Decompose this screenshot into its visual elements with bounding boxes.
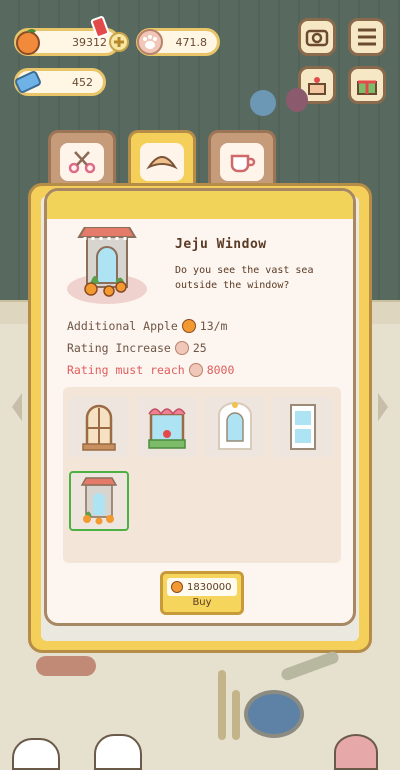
cake-icon — [308, 77, 326, 95]
item-description: Do you see the vast sea outside the wind… — [175, 265, 314, 291]
tab-furniture[interactable] — [128, 130, 196, 190]
apple-icon — [181, 319, 196, 333]
stat-additional-apple: Additional Apple 13/m — [67, 319, 227, 333]
dialog-header — [47, 191, 353, 219]
apple-count: 39312 — [72, 35, 107, 49]
item-title: Jeju Window — [175, 237, 267, 252]
prev-arrow-icon[interactable] — [12, 393, 22, 421]
buy-label: Buy — [192, 597, 212, 608]
frosted-window-item[interactable] — [273, 397, 333, 457]
apple-counter: 39312 — [11, 15, 129, 59]
rug-decoration — [36, 656, 96, 676]
stat-rating-increase: Rating Increase 25 — [67, 341, 207, 355]
gift-icon — [357, 80, 377, 95]
camera-icon — [305, 29, 329, 47]
megaphone-button[interactable] — [334, 734, 378, 770]
jeju-window-item[interactable] — [69, 471, 129, 531]
stat-label: Additional Apple — [67, 319, 178, 333]
arched-window-item[interactable] — [69, 397, 129, 457]
stat-value: 13/m — [199, 319, 228, 333]
stat-value: 25 — [192, 341, 207, 355]
croissant-icon — [146, 156, 178, 170]
apple-icon — [171, 581, 183, 593]
item-detail-dialog: Jeju Window Do you see the vast sea outs… — [44, 188, 356, 626]
paw-icon — [133, 25, 167, 59]
camera-button[interactable] — [298, 18, 336, 56]
blue-balloon-icon — [250, 90, 276, 116]
paw-icon — [188, 363, 203, 377]
ornate-window-item[interactable] — [205, 397, 265, 457]
pond-decoration — [244, 690, 304, 738]
buy-price: 1830000 — [167, 578, 237, 596]
arched-window-icon — [82, 404, 116, 451]
cat-silhouette-icon — [94, 734, 142, 770]
ticket-count: 452 — [72, 75, 93, 89]
jeju-window-icon — [80, 477, 118, 525]
menu-icon — [358, 28, 376, 46]
tab-scissors[interactable] — [48, 130, 116, 190]
stat-value: 8000 — [206, 363, 235, 377]
stat-label: Rating must reach — [67, 363, 185, 377]
paw-icon — [174, 341, 189, 355]
jeju-window-preview — [65, 226, 149, 307]
apple-icon — [11, 25, 45, 59]
add-apples-icon[interactable] — [109, 32, 129, 52]
paw-count: 471.8 — [175, 35, 208, 49]
ticket-counter: 452 — [14, 68, 106, 96]
tab-cup[interactable] — [208, 130, 276, 190]
ticket-icon — [11, 65, 45, 99]
gift-button[interactable] — [348, 66, 386, 104]
cup-icon — [230, 154, 256, 173]
reed-decoration — [218, 670, 226, 740]
next-arrow-icon[interactable] — [378, 393, 388, 421]
cat-silhouette-icon — [12, 738, 60, 770]
cherry-window-item[interactable] — [137, 397, 197, 457]
purple-balloon-icon — [286, 88, 308, 112]
menu-button[interactable] — [348, 18, 386, 56]
buy-button[interactable]: 1830000 Buy — [160, 571, 244, 615]
reed-decoration — [232, 690, 240, 740]
window-selection-grid — [63, 387, 341, 563]
price-value: 1830000 — [187, 581, 232, 593]
stat-rating-requirement: Rating must reach 8000 — [67, 363, 234, 377]
scissors-icon — [68, 151, 96, 174]
stat-label: Rating Increase — [67, 341, 171, 355]
paw-counter: 471.8 — [136, 28, 220, 56]
frosted-window-icon — [290, 404, 316, 450]
ornate-window-icon — [218, 402, 252, 450]
cherry-window-icon — [148, 408, 186, 449]
